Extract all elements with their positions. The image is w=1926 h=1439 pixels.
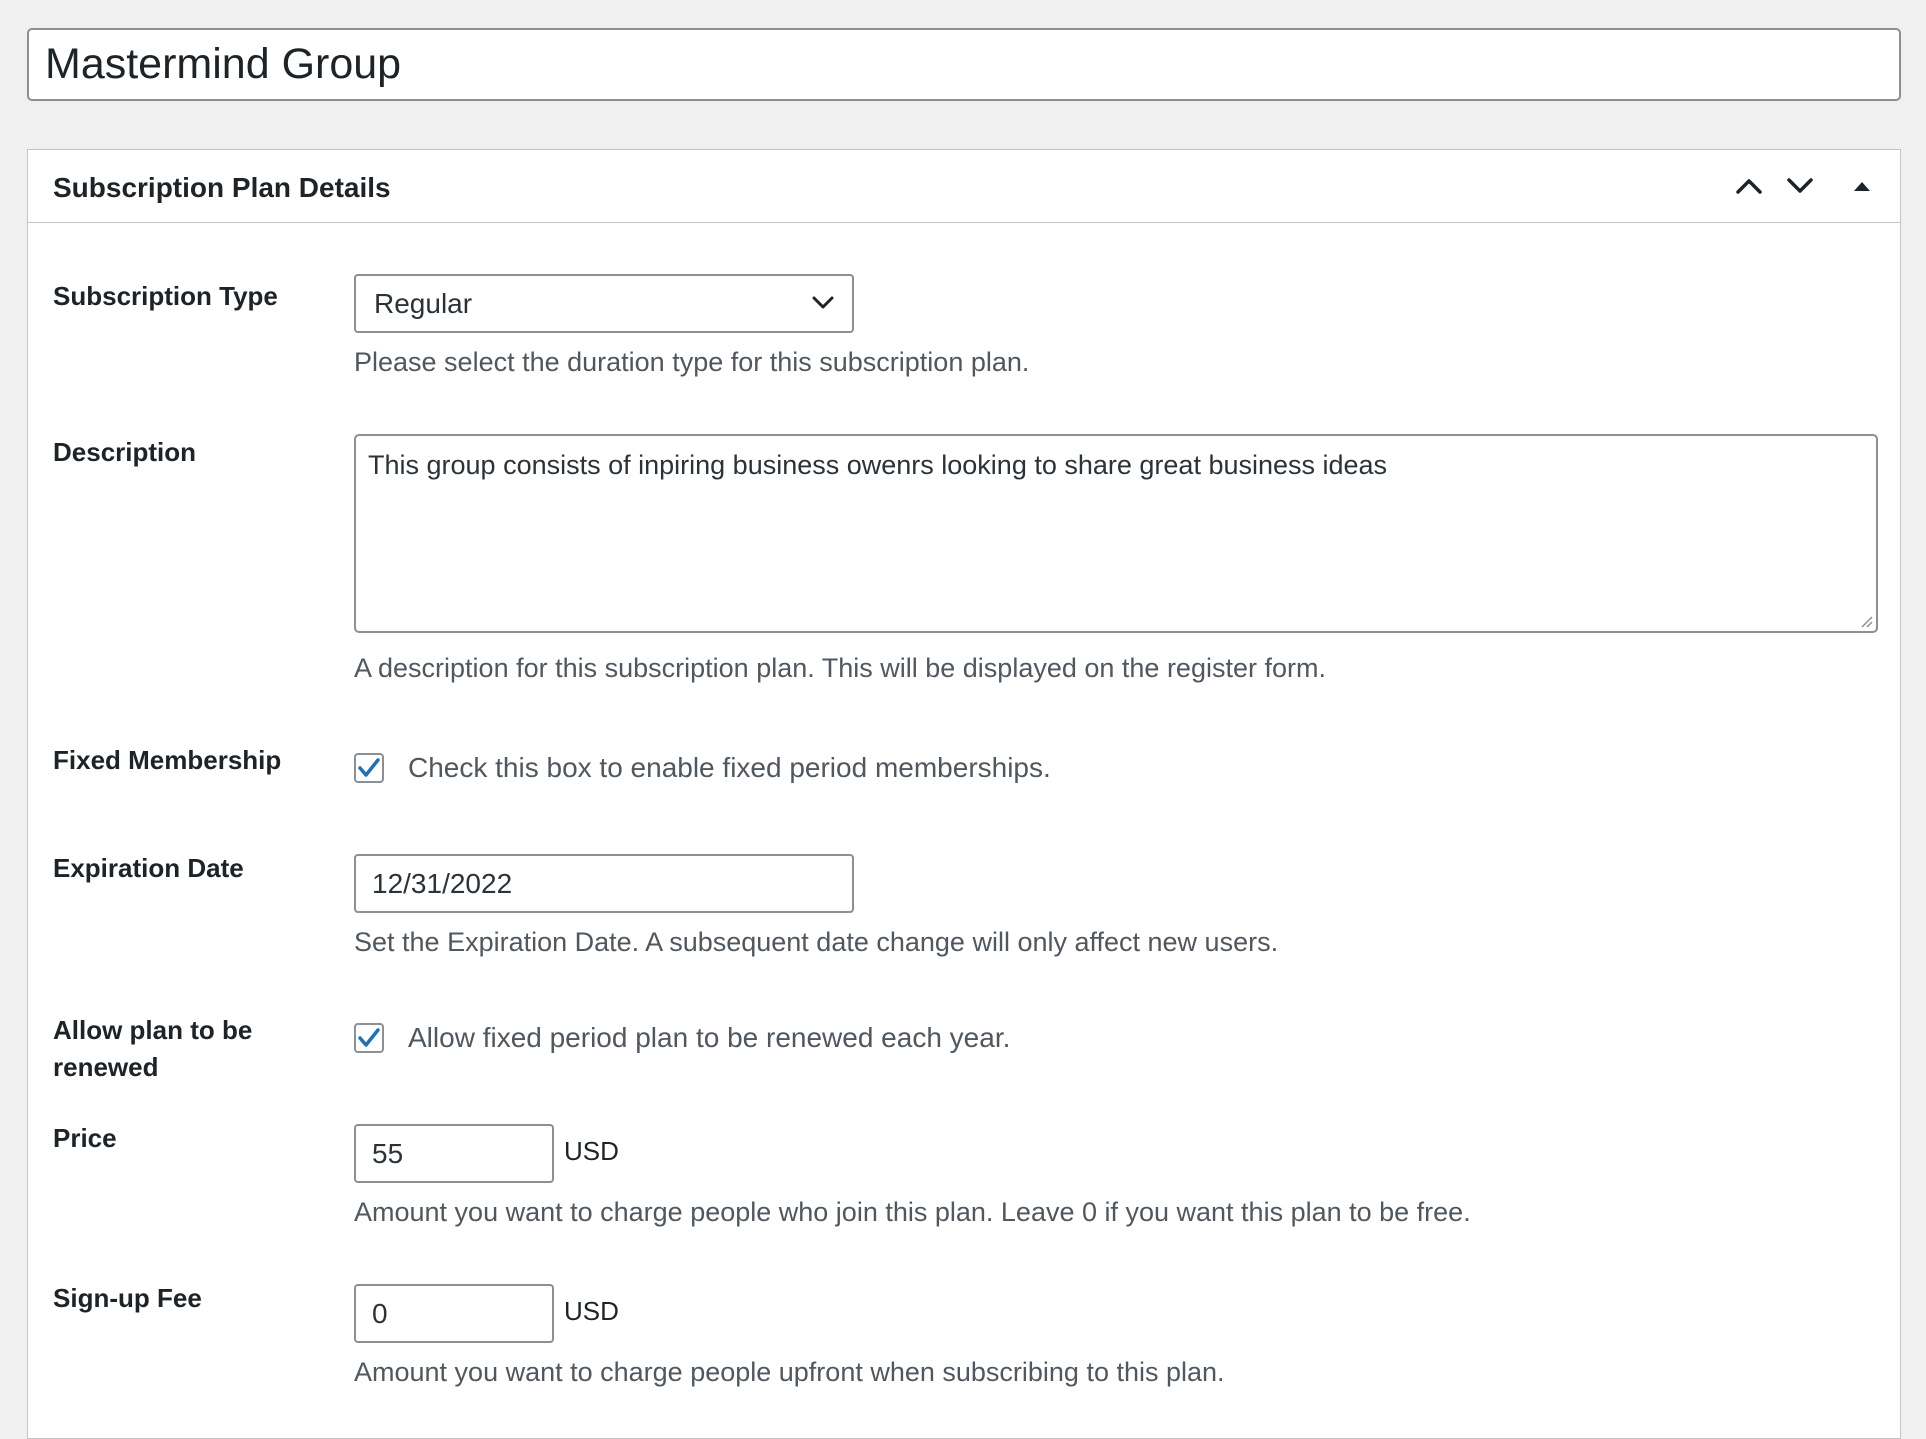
description-value: This group consists of inpiring business…	[368, 450, 1388, 480]
price-help: Amount you want to charge people who joi…	[354, 1197, 1471, 1227]
signup-fee-label: Sign-up Fee	[53, 1283, 202, 1313]
expiration-date-input[interactable]	[354, 854, 854, 913]
price-currency: USD	[564, 1136, 619, 1166]
chevron-down-icon	[812, 296, 834, 309]
subscription-type-help: Please select the duration type for this…	[354, 347, 1030, 377]
description-textarea[interactable]: This group consists of inpiring business…	[354, 434, 1878, 633]
price-label: Price	[53, 1123, 117, 1153]
signup-fee-help: Amount you want to charge people upfront…	[354, 1357, 1225, 1387]
metabox-title: Subscription Plan Details	[53, 172, 391, 203]
fixed-membership-checkbox[interactable]	[354, 753, 384, 783]
signup-fee-currency: USD	[564, 1296, 619, 1326]
signup-fee-input[interactable]	[354, 1284, 554, 1343]
subscription-type-label: Subscription Type	[53, 281, 278, 311]
description-label: Description	[53, 437, 197, 467]
allow-renew-checkbox[interactable]	[354, 1023, 384, 1053]
chevron-down-icon	[1787, 178, 1813, 193]
move-down-button[interactable]	[1778, 164, 1822, 208]
description-help: A description for this subscription plan…	[354, 653, 1326, 683]
resize-grip-icon[interactable]	[1859, 614, 1873, 628]
toggle-panel-button[interactable]	[1840, 164, 1884, 208]
allow-renew-label: Allow plan to be renewed	[53, 1015, 253, 1082]
price-input[interactable]	[354, 1124, 554, 1183]
allow-renew-text: Allow fixed period plan to be renewed ea…	[408, 1022, 1011, 1053]
fixed-membership-text: Check this box to enable fixed period me…	[408, 752, 1051, 783]
chevron-up-icon	[1736, 179, 1762, 194]
subscription-type-value: Regular	[374, 287, 473, 319]
expiration-date-label: Expiration Date	[53, 853, 244, 883]
expiration-date-help: Set the Expiration Date. A subsequent da…	[354, 927, 1279, 957]
move-up-button[interactable]	[1727, 164, 1771, 208]
checkmark-icon	[358, 758, 380, 777]
checkmark-icon	[358, 1028, 380, 1047]
metabox-header: Subscription Plan Details	[28, 150, 1900, 223]
fixed-membership-label: Fixed Membership	[53, 745, 282, 775]
post-title-wrap	[27, 28, 1901, 101]
post-title-input[interactable]	[27, 28, 1901, 101]
subscription-type-select[interactable]: Regular	[354, 274, 854, 333]
triangle-up-icon	[1854, 182, 1870, 191]
subscription-plan-metabox: Subscription Plan Details Subscription T…	[27, 149, 1901, 1439]
